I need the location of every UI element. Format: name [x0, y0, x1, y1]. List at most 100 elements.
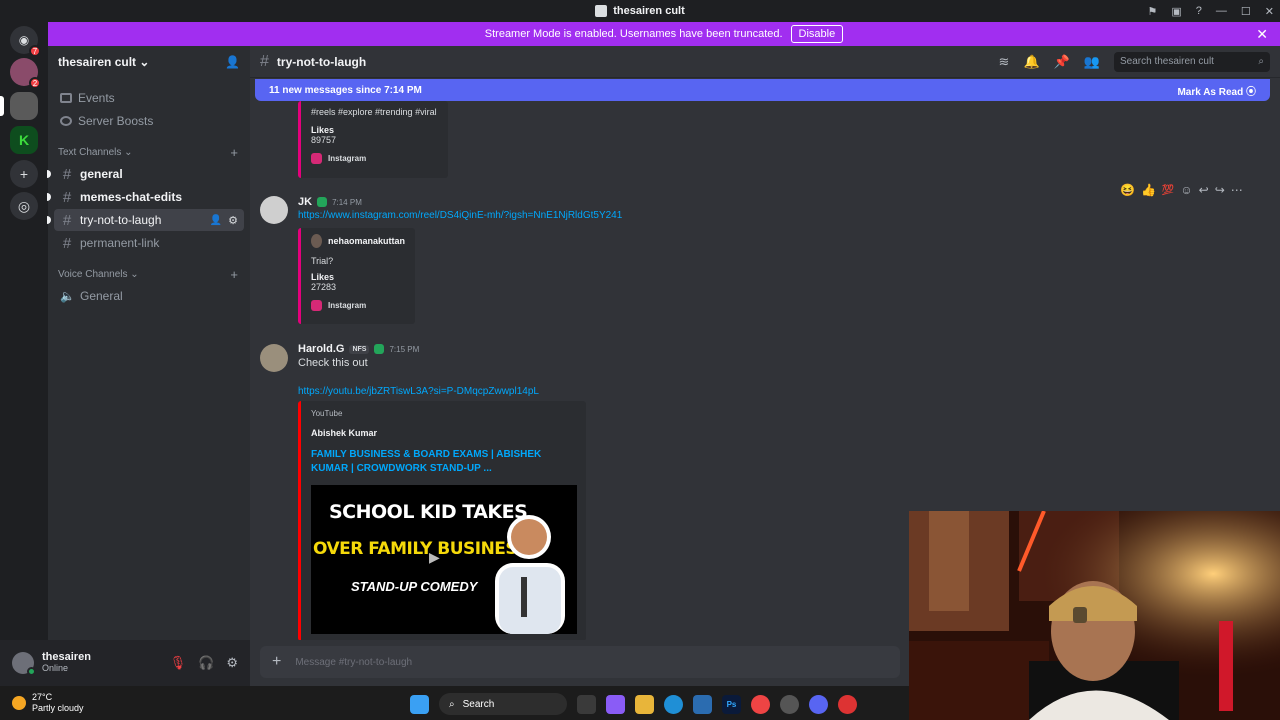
photoshop-icon[interactable]: Ps	[722, 694, 741, 714]
windows-start-icon[interactable]	[410, 694, 429, 714]
sidebar-item-label: Server Boosts	[78, 114, 154, 128]
chrome-icon[interactable]	[751, 694, 770, 714]
thumbs-up-icon[interactable]: 👍	[1141, 183, 1156, 197]
server-tag: NFS	[349, 344, 370, 354]
minimize-button[interactable]: —	[1216, 5, 1227, 17]
emoji-reaction-icon[interactable]: 😆	[1120, 183, 1135, 197]
avatar[interactable]	[260, 196, 288, 224]
hash-icon: #	[62, 234, 72, 252]
threads-icon[interactable]: ≋	[999, 54, 1010, 70]
hash-icon: #	[260, 52, 269, 70]
disable-streamer-button[interactable]: Disable	[790, 25, 844, 43]
server-icon-1[interactable]: 2	[10, 58, 41, 89]
close-window-button[interactable]: ✕	[1265, 5, 1274, 18]
sidebar-item-label: General	[80, 289, 123, 303]
server-icon-thesairen[interactable]	[10, 92, 38, 120]
inbox-icon[interactable]: ⚑	[1148, 5, 1158, 18]
sidebar-item-label: general	[80, 167, 123, 181]
file-explorer-icon[interactable]	[635, 694, 654, 714]
video-thumbnail[interactable]: SCHOOL KID TAKES OVER FAMILY BUSINESS ST…	[311, 485, 577, 634]
avatar	[311, 234, 322, 248]
mark-as-read-button[interactable]: Mark As Read ⦿	[1177, 83, 1256, 98]
embed-footer: Instagram	[328, 301, 367, 310]
add-reaction-icon[interactable]: ☺	[1180, 183, 1192, 197]
add-attachment-icon[interactable]: +	[272, 653, 281, 671]
home-button[interactable]: ◉ 7	[10, 26, 41, 57]
message-input[interactable]: + Message #try-not-to-laugh	[260, 646, 900, 678]
sidebar-item-try-not-to-laugh[interactable]: # try-not-to-laugh 👤 ⚙	[47, 209, 244, 231]
category-label: Voice Channels	[58, 268, 128, 280]
sidebar-item-label: try-not-to-laugh	[80, 213, 162, 227]
username: thesairen	[42, 651, 91, 663]
sidebar-item-permanent-link[interactable]: # permanent-link	[54, 232, 244, 254]
search-icon: ⌕	[1258, 56, 1264, 67]
discover-icon[interactable]: ◎	[10, 192, 38, 220]
forward-icon[interactable]: ↪	[1215, 183, 1225, 197]
text-channels-category[interactable]: Text Channels ⌄ +	[48, 142, 250, 162]
hash-icon: #	[62, 165, 72, 183]
add-channel-icon[interactable]: +	[230, 267, 238, 282]
banner-text: Streamer Mode is enabled. Usernames have…	[484, 28, 783, 40]
add-channel-icon[interactable]: +	[230, 145, 238, 160]
embed-title[interactable]: FAMILY BUSINESS & BOARD EXAMS | ABISHEK …	[311, 448, 576, 476]
more-icon[interactable]: ⋯	[1231, 183, 1243, 197]
sidebar-item-voice-general[interactable]: 🔈 General	[54, 285, 244, 307]
invite-icon[interactable]: 👤	[225, 55, 240, 69]
reply-icon[interactable]: ↩	[1199, 183, 1209, 197]
embed-footer: Instagram	[328, 154, 367, 163]
sidebar-item-events[interactable]: Events	[54, 87, 244, 109]
message-time: 7:14 PM	[332, 197, 362, 207]
store-icon[interactable]	[693, 694, 712, 714]
message-author[interactable]: JK	[298, 196, 312, 208]
sidebar-item-server-boosts[interactable]: Server Boosts	[54, 110, 244, 132]
hundred-icon[interactable]: 💯	[1162, 185, 1174, 196]
embed-author-name[interactable]: nehaomanakuttan	[328, 236, 405, 246]
youtube-embed: YouTube Abishek Kumar FAMILY BUSINESS & …	[298, 401, 586, 640]
streamer-mode-banner: Streamer Mode is enabled. Usernames have…	[48, 22, 1280, 46]
avatar[interactable]	[12, 652, 36, 676]
message-author[interactable]: Harold.G	[298, 343, 344, 355]
calendar-icon	[60, 93, 72, 103]
sidebar-item-general[interactable]: # general	[47, 163, 244, 185]
screen-icon[interactable]: ▣	[1171, 5, 1181, 18]
members-icon[interactable]: 👥	[1084, 54, 1100, 70]
taskbar-search[interactable]: ⌕ Search	[439, 693, 567, 715]
headphones-icon[interactable]: 🎧	[198, 655, 214, 671]
help-icon[interactable]: ?	[1196, 5, 1202, 17]
obs-icon[interactable]	[780, 694, 799, 714]
instagram-embed: nehaomanakuttan Trial? Likes 27283 Insta…	[298, 228, 415, 324]
app-icon[interactable]	[838, 694, 857, 714]
embed-author[interactable]: Abishek Kumar	[311, 428, 576, 438]
sidebar-item-memes-chat-edits[interactable]: # memes-chat-edits	[47, 186, 244, 208]
edge-icon[interactable]	[664, 694, 683, 714]
search-icon: ⌕	[449, 698, 455, 710]
copilot-icon[interactable]	[606, 694, 625, 714]
unread-indicator	[47, 170, 51, 178]
mic-muted-icon[interactable]: 🎙	[170, 655, 187, 671]
message-link[interactable]: https://youtu.be/jbZRTiswL3A?si=P-DMqcpZ…	[298, 386, 539, 397]
close-icon[interactable]: ✕	[1256, 26, 1268, 43]
sidebar-item-label: Events	[78, 91, 115, 105]
play-icon[interactable]: ▶	[429, 549, 440, 566]
avatar[interactable]	[260, 344, 288, 372]
new-messages-bar[interactable]: 11 new messages since 7:14 PM Mark As Re…	[255, 79, 1270, 101]
server-icon-k[interactable]: K	[10, 126, 38, 154]
weather-widget[interactable]: 27°C Partly cloudy	[0, 692, 84, 714]
add-server-icon[interactable]: +	[10, 160, 38, 188]
discord-icon: ◉	[18, 33, 30, 47]
invite-member-icon[interactable]: 👤	[210, 215, 222, 226]
maximize-button[interactable]: ☐	[1241, 5, 1251, 18]
pin-icon[interactable]: 📌	[1054, 54, 1070, 70]
message-link[interactable]: https://www.instagram.com/reel/DS4iQinE-…	[298, 210, 622, 221]
discord-taskbar-icon[interactable]	[809, 694, 828, 714]
task-view-icon[interactable]	[577, 694, 596, 714]
bell-icon[interactable]: 🔔	[1023, 54, 1039, 70]
badge-icon	[374, 344, 385, 354]
guild-header[interactable]: thesairen cult ⌄ 👤	[48, 46, 250, 78]
channel-name: try-not-to-laugh	[276, 54, 367, 69]
gear-icon[interactable]: ⚙	[228, 214, 238, 227]
search-input[interactable]: Search thesairen cult ⌕	[1114, 51, 1270, 72]
gear-icon[interactable]: ⚙	[226, 655, 238, 671]
voice-channels-category[interactable]: Voice Channels ⌄ +	[48, 264, 250, 284]
sidebar-item-label: memes-chat-edits	[80, 190, 183, 204]
